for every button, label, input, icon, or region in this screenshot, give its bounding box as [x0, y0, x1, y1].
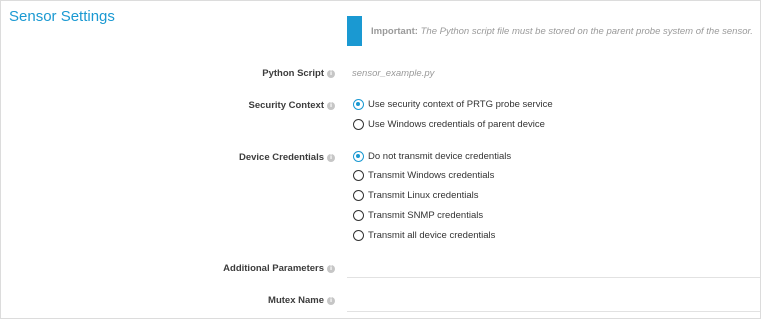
security-context-option-probe[interactable]: Use security context of PRTG probe servi… — [353, 99, 553, 110]
info-icon[interactable]: i — [327, 264, 335, 273]
section-title: Sensor Settings — [9, 8, 115, 25]
info-icon[interactable]: i — [327, 153, 335, 162]
radio-unchecked-icon[interactable] — [353, 170, 364, 181]
device-credentials-option-snmp[interactable]: Transmit SNMP credentials — [353, 210, 483, 221]
radio-label: Transmit all device credentials — [368, 230, 496, 241]
device-credentials-label-text: Device Credentials — [238, 152, 324, 163]
radio-unchecked-icon[interactable] — [353, 190, 364, 201]
radio-unchecked-icon[interactable] — [353, 119, 364, 130]
radio-unchecked-icon[interactable] — [353, 210, 364, 221]
device-credentials-option-all[interactable]: Transmit all device credentials — [353, 230, 495, 241]
radio-label: Transmit Windows credentials — [368, 170, 495, 181]
mutex-name-label-text: Mutex Name — [268, 295, 324, 306]
security-context-label: Security Context i — [248, 100, 335, 111]
mutex-name-label: Mutex Name i — [268, 295, 335, 306]
radio-checked-icon[interactable] — [353, 151, 364, 162]
info-icon[interactable]: i — [327, 296, 335, 305]
python-script-value: sensor_example.py — [352, 68, 435, 79]
mutex-name-input[interactable] — [347, 311, 760, 312]
important-note: Important: The Python script file must b… — [371, 26, 753, 37]
radio-label: Use security context of PRTG probe servi… — [368, 99, 553, 110]
additional-parameters-label-text: Additional Parameters — [223, 263, 324, 274]
note-strong: Important: — [371, 26, 418, 37]
device-credentials-option-windows[interactable]: Transmit Windows credentials — [353, 170, 494, 181]
security-context-label-text: Security Context — [248, 100, 325, 111]
security-context-option-windows[interactable]: Use Windows credentials of parent device — [353, 119, 545, 130]
radio-label: Transmit Linux credentials — [368, 190, 479, 201]
info-icon[interactable]: i — [327, 69, 335, 78]
radio-label: Do not transmit device credentials — [368, 151, 512, 162]
device-credentials-label: Device Credentials i — [239, 152, 335, 163]
python-script-label: Python Script i — [262, 68, 335, 79]
radio-checked-icon[interactable] — [353, 99, 364, 110]
device-credentials-option-linux[interactable]: Transmit Linux credentials — [353, 190, 479, 201]
additional-parameters-input[interactable] — [347, 277, 760, 278]
note-accent-bar — [347, 16, 362, 46]
info-icon[interactable]: i — [327, 101, 335, 110]
additional-parameters-label: Additional Parameters i — [223, 263, 335, 274]
note-body: The Python script file must be stored on… — [420, 26, 753, 37]
sensor-settings-panel: Sensor Settings Important: The Python sc… — [0, 0, 761, 319]
device-credentials-option-none[interactable]: Do not transmit device credentials — [353, 151, 511, 162]
radio-unchecked-icon[interactable] — [353, 230, 364, 241]
radio-label: Use Windows credentials of parent device — [368, 119, 545, 130]
python-script-label-text: Python Script — [262, 68, 324, 79]
radio-label: Transmit SNMP credentials — [368, 210, 484, 221]
